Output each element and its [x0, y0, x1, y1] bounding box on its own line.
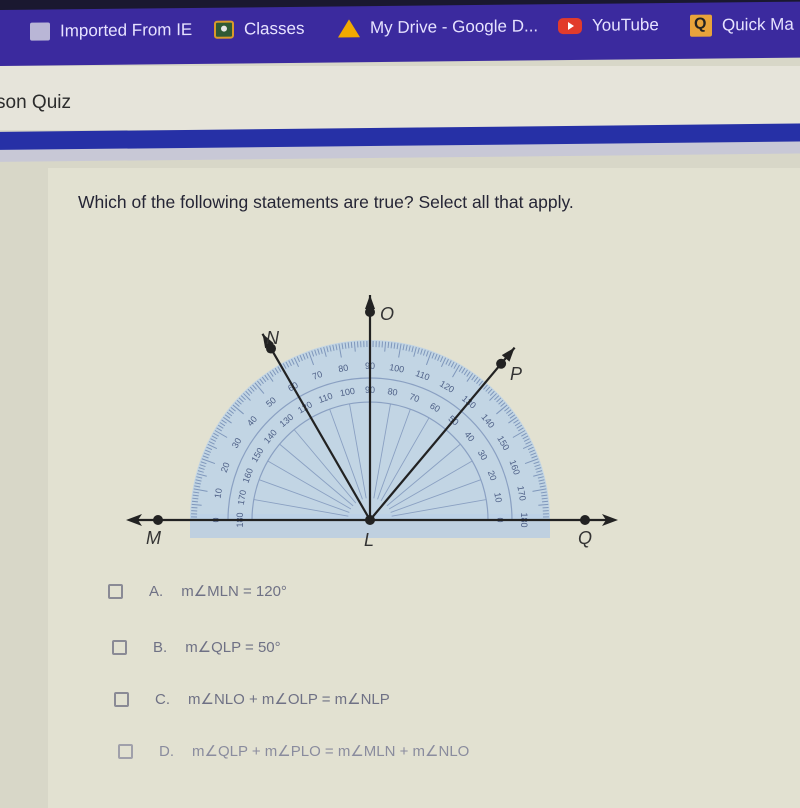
protractor-tick: [192, 501, 198, 502]
bookmark-youtube[interactable]: YouTube: [558, 15, 659, 36]
protractor-tick: [542, 501, 548, 502]
protractor-inner-label: 10: [492, 492, 504, 504]
ray-lo-arrowhead: [365, 295, 375, 309]
label-l: L: [364, 530, 374, 550]
bookmark-label: Quick Ma: [722, 15, 794, 36]
bookmark-label: Classes: [244, 19, 304, 40]
protractor-tick: [351, 342, 352, 348]
option-letter: B.: [153, 639, 167, 656]
option-letter: A.: [149, 583, 163, 600]
label-o: O: [380, 304, 394, 324]
folder-icon: [30, 22, 50, 40]
page-title: son Quiz: [0, 92, 71, 114]
page-header: [0, 66, 800, 130]
option-c-checkbox[interactable]: [114, 692, 129, 707]
point-l: [365, 515, 375, 525]
option-a-checkbox[interactable]: [108, 584, 123, 599]
option-letter: D.: [159, 743, 174, 760]
label-n: N: [266, 328, 280, 348]
point-o: [365, 307, 375, 317]
option-letter: C.: [155, 691, 170, 708]
bookmark-label: YouTube: [592, 15, 659, 36]
label-q: Q: [578, 528, 592, 548]
option-d[interactable]: D. m∠QLP + m∠PLO = m∠MLN + m∠NLO: [118, 742, 469, 760]
option-text: m∠QLP = 50°: [185, 638, 280, 656]
label-m: M: [146, 528, 161, 548]
protractor-tick: [388, 342, 389, 348]
google-classroom-icon: [214, 21, 234, 39]
bookmark-label: Imported From IE: [60, 20, 192, 41]
option-text: m∠NLO + m∠OLP = m∠NLP: [188, 690, 390, 708]
bookmarks-bar: Imported From IE Classes My Drive - Goog…: [0, 2, 800, 66]
bookmark-my-drive[interactable]: My Drive - Google D...: [338, 16, 538, 38]
bookmark-imported-from-ie[interactable]: Imported From IE: [30, 20, 192, 42]
protractor-outer-label: 10: [213, 487, 225, 499]
option-d-checkbox[interactable]: [118, 744, 133, 759]
protractor-inner-label: 80: [387, 386, 399, 398]
option-a[interactable]: A. m∠MLN = 120°: [108, 582, 287, 600]
quick-icon: [690, 15, 712, 37]
option-c[interactable]: C. m∠NLO + m∠OLP = m∠NLP: [114, 690, 390, 708]
point-m: [153, 515, 163, 525]
option-text: m∠QLP + m∠PLO = m∠MLN + m∠NLO: [192, 742, 469, 760]
question-text: Which of the following statements are tr…: [78, 192, 574, 213]
bookmark-quick[interactable]: Quick Ma: [690, 14, 794, 37]
option-b[interactable]: B. m∠QLP = 50°: [112, 638, 281, 656]
bookmark-label: My Drive - Google D...: [370, 16, 538, 38]
point-p: [496, 359, 506, 369]
label-p: P: [510, 364, 522, 384]
protractor-diagram: 0180101702016030150401405013060120701108…: [100, 270, 660, 570]
youtube-icon: [558, 18, 582, 34]
google-drive-icon: [338, 19, 360, 37]
bookmark-classes[interactable]: Classes: [214, 19, 304, 40]
option-b-checkbox[interactable]: [112, 640, 127, 655]
point-q: [580, 515, 590, 525]
protractor-outer-label: 80: [337, 363, 349, 375]
option-text: m∠MLN = 120°: [181, 582, 287, 600]
